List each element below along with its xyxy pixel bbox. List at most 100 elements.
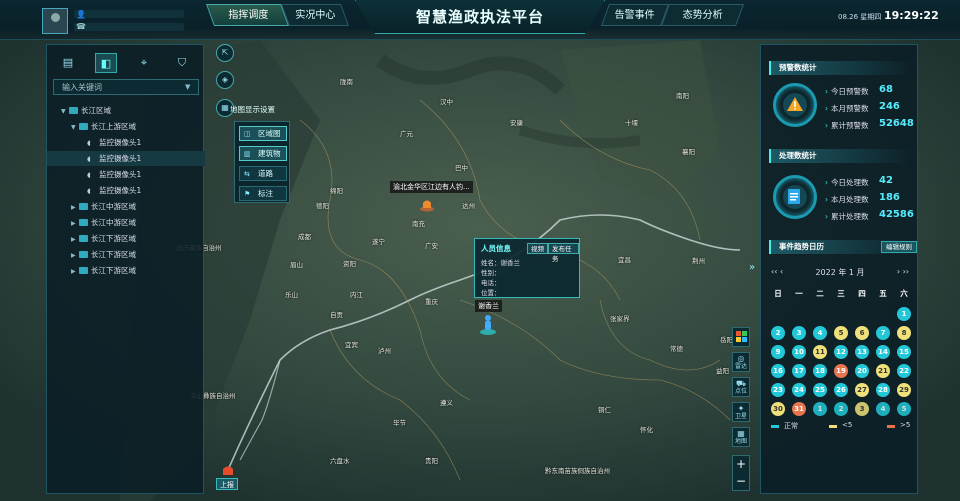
- chevron-down-icon[interactable]: ▼: [185, 83, 190, 91]
- alarm-marker-icon[interactable]: [419, 196, 435, 212]
- caret-right-icon[interactable]: ▶: [71, 248, 79, 263]
- tree-item-camera[interactable]: ◖ 监控摄像头1: [47, 151, 205, 166]
- report-tag[interactable]: 上报: [216, 478, 238, 490]
- calendar-day[interactable]: 6: [855, 326, 869, 340]
- edit-rules-button[interactable]: 编辑规则: [881, 241, 917, 253]
- zoom-in-button[interactable]: +: [733, 456, 749, 473]
- caret-right-icon[interactable]: ▶: [71, 216, 79, 231]
- map-city-label: 毕节: [393, 419, 406, 427]
- tree-item-region[interactable]: ▶ 长江下游区域: [47, 263, 205, 278]
- zoom-out-button[interactable]: −: [733, 473, 749, 490]
- tree-item-camera[interactable]: ◖ 监控摄像头1: [47, 135, 205, 150]
- caret-right-icon[interactable]: ▶: [71, 200, 79, 215]
- calendar-day[interactable]: 21: [876, 364, 890, 378]
- calendar-next-button[interactable]: › ››: [897, 267, 909, 276]
- tree-item-camera[interactable]: ◖ 监控摄像头1: [47, 167, 205, 182]
- legend-swatch: [887, 425, 895, 428]
- tree-item-region[interactable]: ▶ 长江中游区域: [47, 215, 205, 230]
- calendar-day[interactable]: 14: [876, 345, 890, 359]
- nav-situation-analysis[interactable]: 态势分析: [660, 4, 745, 26]
- nav-alarm-events[interactable]: 告警事件: [600, 4, 670, 26]
- calendar-day[interactable]: 27: [855, 383, 869, 397]
- search-input[interactable]: [53, 79, 199, 95]
- tree-item-region[interactable]: ▶ 长江下游区域: [47, 231, 205, 246]
- month-alarm-label: 本月预警数: [825, 103, 869, 114]
- calendar-day[interactable]: 26: [834, 383, 848, 397]
- video-button[interactable]: 视频: [527, 243, 548, 254]
- export-icon[interactable]: ⇱: [216, 44, 234, 62]
- layers-icon[interactable]: ◈: [216, 71, 234, 89]
- calendar-day[interactable]: 5: [834, 326, 848, 340]
- calendar-day[interactable]: 9: [771, 345, 785, 359]
- calendar-day[interactable]: 20: [855, 364, 869, 378]
- caret-down-icon[interactable]: ▼: [71, 120, 79, 135]
- caret-down-icon[interactable]: ▼: [61, 104, 69, 119]
- tree-item-region[interactable]: ▶ 长江中游区域: [47, 199, 205, 214]
- report-marker-icon[interactable]: [220, 463, 236, 477]
- avatar[interactable]: [42, 8, 68, 34]
- alert-tag[interactable]: 渝北金华区江边有人钓...: [390, 181, 473, 193]
- calendar-day[interactable]: 4: [876, 402, 890, 416]
- tab-document-icon[interactable]: ▤: [57, 53, 79, 73]
- calendar-day[interactable]: 2: [771, 326, 785, 340]
- tree-item-region[interactable]: ▼ 长江上游区域: [47, 119, 205, 134]
- calendar-day[interactable]: 1: [813, 402, 827, 416]
- calendar-day[interactable]: 1: [897, 307, 911, 321]
- calendar-day[interactable]: 16: [771, 364, 785, 378]
- calendar-day[interactable]: 12: [834, 345, 848, 359]
- calendar-day[interactable]: 8: [897, 326, 911, 340]
- calendar-day[interactable]: 24: [792, 383, 806, 397]
- tree-item-region[interactable]: ▼ 长江区域: [47, 103, 205, 118]
- tree-item-camera[interactable]: ◖ 监控摄像头1: [47, 183, 205, 198]
- calendar-day[interactable]: 30: [771, 402, 785, 416]
- calendar-day[interactable]: 4: [813, 326, 827, 340]
- calendar-day[interactable]: 15: [897, 345, 911, 359]
- calendar-day[interactable]: 10: [792, 345, 806, 359]
- road-layer-button[interactable]: ⇆ 道路: [239, 166, 287, 181]
- calendar-day[interactable]: 11: [813, 345, 827, 359]
- nav-live-center[interactable]: 实况中心: [280, 4, 350, 26]
- calendar-day[interactable]: 25: [813, 383, 827, 397]
- tab-shield-icon[interactable]: ⛉: [171, 53, 193, 73]
- tab-camera-icon[interactable]: ◧: [95, 53, 117, 73]
- calendar-day[interactable]: 28: [876, 383, 890, 397]
- tool-button-car[interactable]: ⛟ 点位: [732, 377, 750, 397]
- nav-command-dispatch[interactable]: 指挥调度: [205, 4, 290, 26]
- folder-icon: [79, 235, 88, 242]
- calendar-weekday: 五: [879, 289, 887, 298]
- label-layer-button[interactable]: ⚑ 标注: [239, 186, 287, 201]
- tool-button-map[interactable]: ▦ 地图: [732, 427, 750, 447]
- calendar-day[interactable]: 19: [834, 364, 848, 378]
- map-display-settings-label[interactable]: 地图显示设置: [230, 103, 275, 117]
- today-handle-value: 42: [879, 175, 893, 186]
- calendar-day[interactable]: 29: [897, 383, 911, 397]
- building-layer-button[interactable]: ▥ 建筑物: [239, 146, 287, 161]
- tool-button-radar[interactable]: ◎ 雷达: [732, 352, 750, 372]
- calendar-day[interactable]: 17: [792, 364, 806, 378]
- tree-item-region[interactable]: ▶ 长江下游区域: [47, 247, 205, 262]
- publish-task-button[interactable]: 发布任务: [548, 243, 579, 263]
- person-marker-icon[interactable]: [479, 312, 497, 336]
- person-info-popup: 人员信息 视频 发布任务 姓名：谢香兰 性别： 电话： 位置：: [474, 238, 580, 298]
- calendar-day[interactable]: 3: [792, 326, 806, 340]
- panel-toggle-icon[interactable]: »: [746, 255, 758, 281]
- calendar-day[interactable]: 18: [813, 364, 827, 378]
- grid-icon[interactable]: [732, 327, 750, 347]
- calendar-day[interactable]: 23: [771, 383, 785, 397]
- calendar-day[interactable]: 13: [855, 345, 869, 359]
- calendar-prev-button[interactable]: ‹‹ ‹: [771, 267, 783, 276]
- caret-right-icon[interactable]: ▶: [71, 264, 79, 279]
- tab-location-icon[interactable]: ⌖: [133, 53, 155, 73]
- tool-button-satellite[interactable]: ✦ 卫星: [732, 402, 750, 422]
- calendar-day[interactable]: 3: [855, 402, 869, 416]
- calendar-day[interactable]: 31: [792, 402, 806, 416]
- calendar-day[interactable]: 7: [876, 326, 890, 340]
- calendar-day[interactable]: 2: [834, 402, 848, 416]
- user-info[interactable]: 👤 ☎: [40, 6, 200, 36]
- calendar-day[interactable]: 22: [897, 364, 911, 378]
- person-tag[interactable]: 谢香兰: [475, 300, 502, 312]
- caret-right-icon[interactable]: ▶: [71, 232, 79, 247]
- calendar-day[interactable]: 5: [897, 402, 911, 416]
- region-layer-button[interactable]: ◫ 区域图: [239, 126, 287, 141]
- document-icon: [788, 189, 800, 204]
